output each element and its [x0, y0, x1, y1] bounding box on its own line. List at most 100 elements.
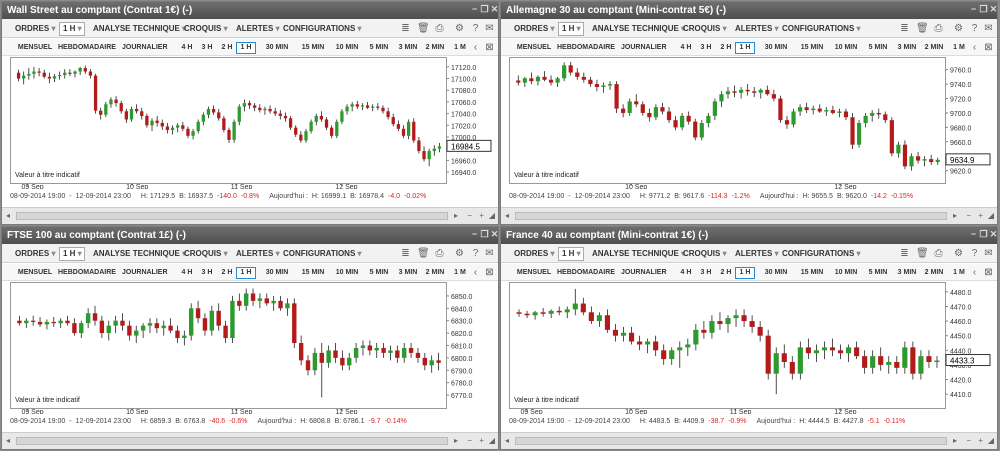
timeframe-tab[interactable]: 3 H	[699, 267, 713, 279]
timeframe-tab[interactable]: 1 H	[735, 42, 755, 54]
timeframe-tab[interactable]: 3 H	[200, 42, 214, 54]
restore-icon[interactable]: ❐	[480, 5, 489, 14]
settings-icon[interactable]: ⚙	[454, 248, 465, 259]
scroll-left-arrow-icon[interactable]: ◂	[6, 211, 10, 220]
timeframe-tab[interactable]: 3 MIN	[396, 42, 420, 54]
timeframe-tab[interactable]: 2 MIN	[424, 267, 446, 279]
zoom-out-icon[interactable]: −	[467, 211, 472, 220]
timeframe-tab[interactable]: 3 MIN	[895, 42, 919, 54]
timeframe-tab[interactable]: 30 MIN	[262, 42, 292, 54]
timeframe-tab[interactable]: JOURNALIER	[621, 267, 667, 279]
trash-icon[interactable]: 🗑	[417, 23, 430, 34]
scroll-left-icon[interactable]: ‹	[470, 42, 481, 53]
alerts-menu[interactable]: ALERTES ▾	[233, 247, 280, 261]
scroll-right-arrow-icon[interactable]: ▸	[953, 211, 957, 220]
timeframe-tab[interactable]: JOURNALIER	[122, 42, 168, 54]
trash-icon[interactable]: 🗑	[916, 23, 929, 34]
timeframe-tab[interactable]: HEBDOMADAIRE	[557, 267, 615, 279]
chart-scrollbar[interactable]: ◂ ▸ − + ◢	[501, 432, 997, 449]
zoom-out-icon[interactable]: −	[467, 436, 472, 445]
timeframe-tab[interactable]: 5 MIN	[366, 42, 392, 54]
timeframe-tab[interactable]: 4 H	[677, 267, 695, 279]
alerts-menu[interactable]: ALERTES ▾	[732, 247, 779, 261]
orders-menu[interactable]: ORDRES ▾	[511, 22, 554, 36]
technical-analysis-menu[interactable]: ANALYSE TECHNIQUE ▾	[90, 22, 186, 36]
scroll-right-arrow-icon[interactable]: ▸	[454, 436, 458, 445]
resize-grip-icon[interactable]: ◢	[988, 436, 994, 445]
timeframe-tab[interactable]: 15 MIN	[797, 267, 827, 279]
resize-grip-icon[interactable]: ◢	[489, 211, 495, 220]
print-icon[interactable]: ⎙	[434, 23, 445, 34]
scroll-right-arrow-icon[interactable]: ▸	[953, 436, 957, 445]
configurations-menu[interactable]: CONFIGURATIONS ▾	[779, 22, 861, 36]
timeframe-tab[interactable]: 2 H	[719, 267, 733, 279]
settings-icon[interactable]: ⚙	[953, 23, 964, 34]
close-icon[interactable]: ✕	[989, 5, 997, 14]
print-icon[interactable]: ⎙	[434, 248, 445, 259]
price-chart[interactable]: 9760.09740.09720.09700.09680.09660.09640…	[509, 57, 991, 189]
comment-icon[interactable]: ✉	[983, 248, 994, 259]
orders-menu[interactable]: ORDRES ▾	[511, 247, 554, 261]
panel-titlebar[interactable]: Allemagne 30 au comptant (Mini-contrat 5…	[501, 2, 997, 19]
alerts-menu[interactable]: ALERTES ▾	[732, 22, 779, 36]
configurations-menu[interactable]: CONFIGURATIONS ▾	[280, 22, 362, 36]
resize-grip-icon[interactable]: ◢	[489, 436, 495, 445]
timeframe-tab[interactable]: 15 MIN	[298, 267, 328, 279]
technical-analysis-menu[interactable]: ANALYSE TECHNIQUE ▾	[90, 247, 186, 261]
zoom-in-icon[interactable]: +	[479, 436, 484, 445]
configurations-menu[interactable]: CONFIGURATIONS ▾	[779, 247, 861, 261]
minimize-icon[interactable]: −	[470, 5, 479, 14]
trash-icon[interactable]: 🗑	[916, 248, 929, 259]
expand-icon[interactable]: ⊠	[484, 42, 495, 53]
expand-icon[interactable]: ⊠	[983, 267, 994, 278]
interval-selector[interactable]: 1 H ▾	[558, 22, 584, 36]
zoom-in-icon[interactable]: +	[978, 211, 983, 220]
settings-icon[interactable]: ⚙	[454, 23, 465, 34]
restore-icon[interactable]: ❐	[979, 230, 988, 239]
timeframe-tab[interactable]: 1 M	[951, 267, 967, 279]
timeframe-tab[interactable]: 1 M	[452, 42, 468, 54]
timeframe-tab[interactable]: MENSUEL	[16, 267, 54, 279]
sketches-menu[interactable]: CROQUIS ▾	[181, 22, 229, 36]
comment-icon[interactable]: ✉	[484, 23, 495, 34]
minimize-icon[interactable]: −	[969, 230, 978, 239]
orders-menu[interactable]: ORDRES ▾	[12, 247, 55, 261]
timeframe-tab[interactable]: 30 MIN	[761, 267, 791, 279]
sketches-menu[interactable]: CROQUIS ▾	[680, 247, 728, 261]
trash-icon[interactable]: 🗑	[417, 248, 430, 259]
layers-icon[interactable]: ≣	[899, 23, 910, 34]
configurations-menu[interactable]: CONFIGURATIONS ▾	[280, 247, 362, 261]
expand-icon[interactable]: ⊠	[484, 267, 495, 278]
timeframe-tab[interactable]: 4 H	[178, 42, 196, 54]
scroll-right-arrow-icon[interactable]: ▸	[454, 211, 458, 220]
minimize-icon[interactable]: −	[470, 230, 479, 239]
print-icon[interactable]: ⎙	[933, 23, 944, 34]
scroll-left-icon[interactable]: ‹	[969, 42, 980, 53]
timeframe-tab[interactable]: 1 H	[236, 42, 256, 54]
sketches-menu[interactable]: CROQUIS ▾	[181, 247, 229, 261]
settings-icon[interactable]: ⚙	[953, 248, 964, 259]
scrollbar-thumb[interactable]	[16, 212, 448, 220]
timeframe-tab[interactable]: HEBDOMADAIRE	[58, 267, 116, 279]
timeframe-tab[interactable]: HEBDOMADAIRE	[58, 42, 116, 54]
price-chart[interactable]: 17120.0 17100.0 17080.0 17060.0 17040.0 17020…	[10, 57, 492, 189]
comment-icon[interactable]: ✉	[484, 248, 495, 259]
restore-icon[interactable]: ❐	[480, 230, 489, 239]
price-chart[interactable]: 4480.0 4470.0 4460.0 4450.0 4440.0 4430.0 4420…	[509, 282, 991, 414]
panel-titlebar[interactable]: FTSE 100 au comptant (Contrat 1£) (-) − ❐ ✕	[2, 227, 498, 244]
scroll-left-icon[interactable]: ‹	[470, 267, 481, 278]
orders-menu[interactable]: ORDRES ▾	[12, 22, 55, 36]
scroll-left-arrow-icon[interactable]: ◂	[505, 436, 509, 445]
timeframe-tab[interactable]: MENSUEL	[515, 267, 553, 279]
zoom-in-icon[interactable]: +	[978, 436, 983, 445]
timeframe-tab[interactable]: 1 M	[452, 267, 468, 279]
timeframe-tab[interactable]: 2 MIN	[923, 267, 945, 279]
timeframe-tab[interactable]: 15 MIN	[298, 42, 328, 54]
layers-icon[interactable]: ≣	[899, 248, 910, 259]
timeframe-tab[interactable]: 1 H	[236, 267, 256, 279]
zoom-out-icon[interactable]: −	[966, 436, 971, 445]
timeframe-tab[interactable]: 10 MIN	[332, 42, 362, 54]
panel-titlebar[interactable]: Wall Street au comptant (Contrat 1€) (-)…	[2, 2, 498, 19]
chart-scrollbar[interactable]: ◂ ▸ − + ◢	[2, 207, 498, 224]
minimize-icon[interactable]: −	[969, 5, 978, 14]
